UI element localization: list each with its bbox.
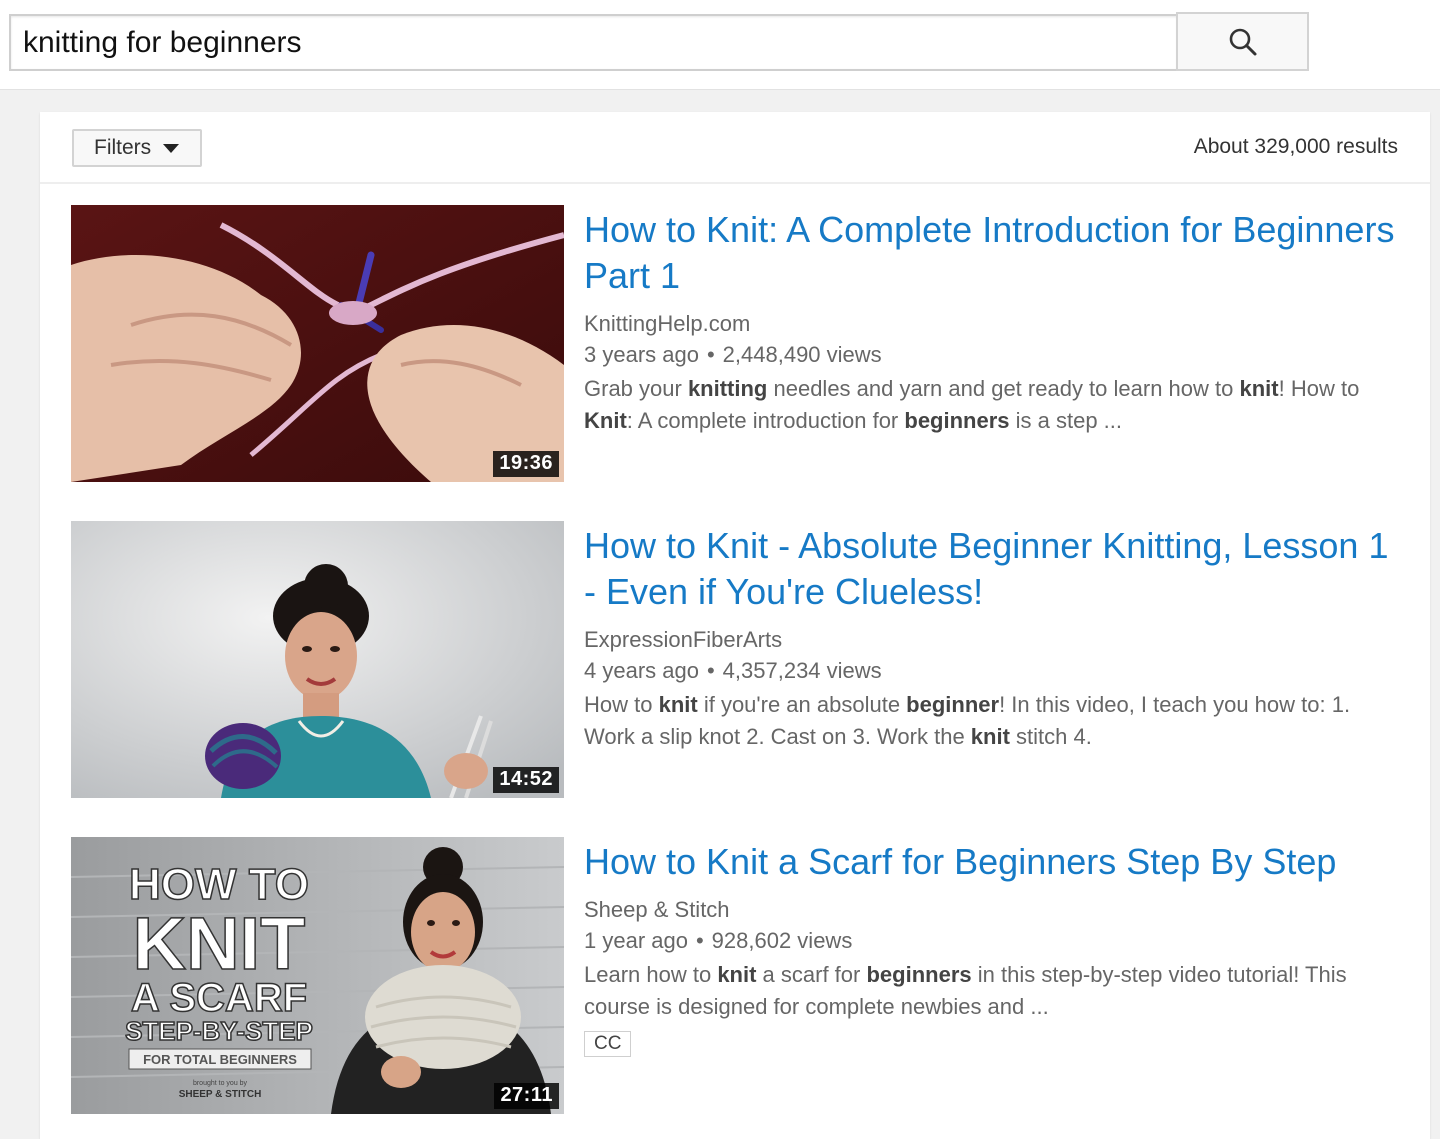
video-description: How to knit if you're an absolute beginn… bbox=[584, 689, 1404, 753]
video-thumbnail[interactable]: 14:52 bbox=[71, 521, 564, 798]
separator-dot: • bbox=[706, 658, 715, 683]
results-count: About 329,000 results bbox=[1193, 135, 1398, 158]
video-meta: 4 years ago • 4,357,234 views bbox=[584, 656, 1404, 686]
video-result: 14:52 How to Knit - Absolute Beginner Kn… bbox=[71, 521, 1411, 798]
video-age: 4 years ago bbox=[584, 658, 699, 683]
video-age: 3 years ago bbox=[584, 342, 699, 367]
filters-label: Filters bbox=[94, 136, 152, 159]
search-button[interactable] bbox=[1176, 12, 1309, 71]
thumb-text-line4: STEP-BY-STEP bbox=[125, 1016, 313, 1046]
highlighted-term: beginner bbox=[906, 692, 1000, 717]
channel-name-link[interactable]: KnittingHelp.com bbox=[584, 309, 1404, 339]
video-description: Grab your knitting needles and yarn and … bbox=[584, 373, 1404, 437]
masthead bbox=[0, 0, 1440, 90]
video-meta: 3 years ago • 2,448,490 views bbox=[584, 340, 1404, 370]
separator-dot: • bbox=[706, 342, 715, 367]
video-title-link[interactable]: How to Knit a Scarf for Beginners Step B… bbox=[584, 839, 1404, 885]
results-panel: Filters About 329,000 results 19:36 How … bbox=[40, 112, 1430, 1139]
video-views: 928,602 views bbox=[711, 928, 853, 953]
filters-button[interactable]: Filters bbox=[72, 129, 202, 167]
description-text: is a step ... bbox=[1009, 408, 1123, 433]
video-views: 4,357,234 views bbox=[722, 658, 882, 683]
video-meta: 1 year ago • 928,602 views bbox=[584, 926, 1404, 956]
results-header: Filters About 329,000 results bbox=[40, 112, 1430, 184]
video-description: Learn how to knit a scarf for beginners … bbox=[584, 959, 1404, 1023]
thumbnail-image bbox=[71, 205, 564, 482]
video-views: 2,448,490 views bbox=[722, 342, 882, 367]
closed-captions-badge: CC bbox=[584, 1031, 632, 1057]
description-text: stitch 4. bbox=[1009, 724, 1092, 749]
thumb-text-line3: A SCARF bbox=[131, 976, 307, 1020]
search-icon bbox=[1229, 28, 1256, 55]
channel-name-link[interactable]: ExpressionFiberArts bbox=[584, 625, 1404, 655]
video-duration: 27:11 bbox=[494, 1083, 559, 1109]
description-text: How to bbox=[584, 692, 659, 717]
caret-down-icon bbox=[163, 143, 180, 153]
video-duration: 14:52 bbox=[493, 767, 559, 793]
highlighted-term: Knit bbox=[584, 408, 627, 433]
thumbnail-image bbox=[71, 521, 564, 798]
description-text: Learn how to bbox=[584, 962, 718, 987]
video-age: 1 year ago bbox=[584, 928, 688, 953]
video-info: How to Knit a Scarf for Beginners Step B… bbox=[584, 837, 1404, 1057]
highlighted-term: knit bbox=[970, 724, 1010, 749]
thumbnail-image: HOW TO KNIT A SCARF STEP-BY-STEP FOR TOT… bbox=[71, 837, 564, 1114]
highlighted-term: beginners bbox=[904, 408, 1010, 433]
search-input[interactable] bbox=[11, 16, 1177, 69]
highlighted-term: knitting bbox=[687, 376, 768, 401]
video-result: HOW TO KNIT A SCARF STEP-BY-STEP FOR TOT… bbox=[71, 837, 1411, 1114]
video-title-link[interactable]: How to Knit - Absolute Beginner Knitting… bbox=[584, 523, 1404, 615]
thumb-text-line5: FOR TOTAL BEGINNERS bbox=[143, 1052, 297, 1067]
thumb-text-line2: KNIT bbox=[133, 902, 306, 985]
video-thumbnail[interactable]: HOW TO KNIT A SCARF STEP-BY-STEP FOR TOT… bbox=[71, 837, 564, 1114]
highlighted-term: beginners bbox=[866, 962, 972, 987]
video-thumbnail[interactable]: 19:36 bbox=[71, 205, 564, 482]
description-text: Grab your bbox=[584, 376, 688, 401]
thumb-text-line6: brought to you by bbox=[193, 1080, 248, 1087]
highlighted-term: knit bbox=[658, 692, 698, 717]
video-info: How to Knit - Absolute Beginner Knitting… bbox=[584, 521, 1404, 753]
video-result: 19:36 How to Knit: A Complete Introducti… bbox=[71, 205, 1411, 482]
description-text: ! How to bbox=[1278, 376, 1360, 401]
separator-dot: • bbox=[695, 928, 704, 953]
video-info: How to Knit: A Complete Introduction for… bbox=[584, 205, 1404, 437]
highlighted-term: knit bbox=[717, 962, 757, 987]
description-text: a scarf for bbox=[756, 962, 867, 987]
thumb-text-line7: SHEEP & STITCH bbox=[179, 1089, 262, 1100]
search-box bbox=[9, 14, 1177, 71]
video-title-link[interactable]: How to Knit: A Complete Introduction for… bbox=[584, 207, 1404, 299]
highlighted-term: knit bbox=[1239, 376, 1279, 401]
description-text: needles and yarn and get ready to learn … bbox=[767, 376, 1240, 401]
video-duration: 19:36 bbox=[493, 451, 559, 477]
description-text: : A complete introduction for bbox=[626, 408, 905, 433]
description-text: if you're an absolute bbox=[697, 692, 907, 717]
channel-name-link[interactable]: Sheep & Stitch bbox=[584, 895, 1404, 925]
